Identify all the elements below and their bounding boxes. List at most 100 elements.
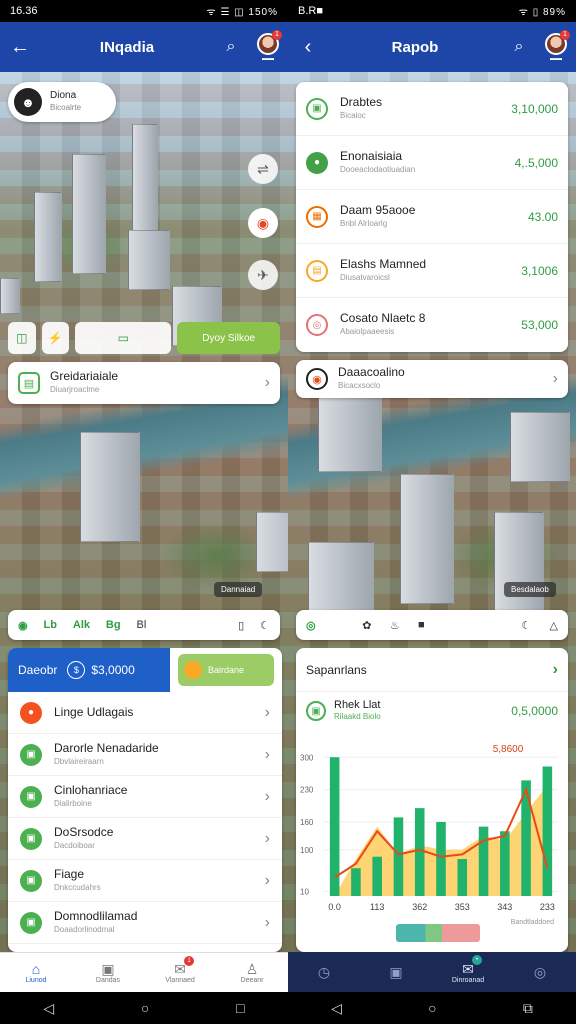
search-tab[interactable]: Daeobr $ $3,0000 (8, 648, 170, 692)
app-bar: ← INqadia ⌕ 1 ▬▬ (0, 22, 288, 72)
search-icon[interactable]: ⌕ (502, 38, 536, 56)
chart-card: Sapanrlans › ▣ Rhek Llat Rilaakd Biolo 0… (296, 648, 568, 952)
summary-sub: Diuarjroaclme (50, 385, 100, 394)
toolbar-item[interactable]: Bl (136, 619, 146, 631)
system-back-icon[interactable]: ◁ (331, 1000, 342, 1017)
nav-tab-images[interactable]: ▣ Dandas (72, 953, 144, 992)
item-icon: ▣ (20, 743, 42, 766)
search-amount: $3,0000 (91, 663, 135, 677)
nav-tab-images[interactable]: ▣ (360, 952, 432, 992)
nav-badge: • (472, 955, 482, 965)
chart-footer: Bandtladdoed (511, 919, 554, 926)
list-item[interactable]: ▣ Domnodlilamad Doaadorlinodmal › (8, 902, 282, 944)
report-sub: Dooeaclodaotiuadian (340, 164, 416, 174)
system-home-icon[interactable]: ○ (141, 1000, 149, 1016)
toolbar-status-icon[interactable]: ◉ (18, 619, 28, 632)
nav-tab-messages[interactable]: ✉ • Dinroanad (432, 952, 504, 992)
toolbar-item[interactable]: Alk (73, 619, 90, 631)
toolbar-item[interactable]: Bg (106, 619, 121, 631)
profile-chip[interactable]: ☻ Diona Bicoalrte (8, 82, 116, 122)
nav-tab-profile[interactable]: ♙ Deeanr (216, 953, 288, 992)
summary-row[interactable]: ▤ Greidariaiale Diuarjroaclme › (8, 362, 280, 404)
toolbar-moon-icon[interactable]: ☾ (260, 619, 270, 632)
x-tick-label: 113 (370, 902, 384, 912)
report-row[interactable]: ● Enonaisiaia Dooeaclodaotiuadian 4,.5,00… (296, 136, 568, 190)
toolbar-item[interactable]: ■ (418, 619, 425, 631)
bar (414, 808, 425, 896)
building (128, 230, 170, 290)
chip-action-button[interactable]: Dyoy Silkoe (177, 322, 280, 354)
coin-icon (184, 661, 202, 679)
list-item[interactable]: ▣ DoSrsodce Dacdoiboar › (8, 818, 282, 860)
report-title: Drabtes (340, 94, 383, 109)
back-arrow-icon[interactable]: ← (0, 36, 40, 59)
item-sub: Dnkccudahrs (54, 882, 101, 892)
map-layers-icon[interactable]: ⇌ (248, 154, 278, 184)
report-row[interactable]: ▦ Daam 95aooe Bnbl Alrloarlg 43.00 (296, 190, 568, 244)
system-back-icon[interactable]: ◁ (43, 1000, 54, 1017)
status-bar: 16.36 ᯤ ☰ ◫ 150% (0, 0, 288, 22)
satellite-icon[interactable]: ✈ (248, 260, 278, 290)
home-icon: ⌂ (31, 961, 41, 977)
toolbar-item[interactable]: ✿ (362, 619, 371, 632)
profile-sub: Bicoalrte (50, 103, 82, 112)
target-icon: ◉ (306, 368, 328, 390)
building (510, 412, 570, 482)
image-icon: ▣ (101, 961, 115, 977)
nav-tab-explore[interactable]: ◎ (504, 952, 576, 992)
toolbar-item[interactable]: Lb (44, 619, 57, 631)
item-icon: ▣ (20, 827, 42, 850)
y-tick-label: 300 (300, 753, 314, 762)
item-title: Darorle Nenadaride (54, 740, 159, 755)
report-row[interactable]: ▤ Elashs Mamned Diusatvaroicsl 3,1006 (296, 244, 568, 298)
nav-label: Dinroanad (451, 976, 485, 984)
user-avatar-button[interactable]: 1 ▬▬ (248, 29, 288, 62)
toolbar-warning-icon[interactable]: △ (550, 619, 558, 632)
search-icon[interactable]: ⌕ (214, 38, 248, 56)
x-tick-label: 343 (497, 902, 512, 912)
user-avatar-button[interactable]: 1 ▬▬ (536, 29, 576, 62)
building (80, 432, 140, 542)
list-item[interactable]: ▣ Fiage Dnkccudahrs › (8, 860, 282, 902)
report-sub: Diusatvaroicsl (340, 272, 390, 282)
report-value: 4,.5,000 (514, 155, 558, 170)
chip-bolt-icon[interactable]: ⚡ (41, 322, 70, 354)
y-tick-label: 160 (300, 818, 314, 827)
chevron-right-icon: › (264, 745, 270, 763)
list-item[interactable]: ▣ Darorle Nenadaride Dbvlaireiraarn › (8, 734, 282, 776)
chevron-right-icon: › (264, 703, 270, 721)
back-chevron-icon[interactable]: ‹ (288, 36, 328, 59)
info-row[interactable]: ◉ Daaacoalino Bicacxsoclo › (296, 360, 568, 398)
system-recents-icon[interactable]: ⧉ (523, 1000, 533, 1017)
report-value: 43.00 (527, 209, 558, 224)
page-title: Rapob (391, 38, 439, 56)
item-icon: ▣ (20, 911, 42, 934)
toolbar-moon-icon[interactable]: ☾ (521, 619, 531, 632)
badge-button[interactable]: Bairdane (178, 654, 274, 686)
currency-icon: $ (67, 661, 86, 679)
search-label: Daeobr (18, 663, 58, 677)
chart-card-header[interactable]: Sapanrlans › (296, 648, 568, 692)
list-item[interactable]: ● Linge Udlagais › (8, 692, 282, 734)
location-pin-icon[interactable]: ◉ (248, 208, 278, 238)
report-sub: Abaiolpaaeesis (340, 327, 395, 336)
report-row[interactable]: ◎ Cosato Nlaetc 8 Abaiolpaaeesis 53,000 (296, 298, 568, 352)
toolbar-item[interactable]: ◎ (306, 619, 316, 632)
report-title: Cosato Nlaetc 8 (340, 311, 426, 325)
system-home-icon[interactable]: ○ (428, 1000, 436, 1016)
list-item[interactable]: ▣ Cinlohanriace Dialirboine › (8, 776, 282, 818)
report-icon: ◎ (306, 314, 328, 336)
nav-tab-home[interactable]: ⌂ Liunod (0, 953, 72, 992)
chip-copy-icon[interactable]: ◫ (8, 322, 36, 354)
system-recents-icon[interactable]: □ (236, 1000, 244, 1016)
nav-tab-clock[interactable]: ◷ (288, 952, 360, 992)
toolbar-item[interactable]: ♨ (390, 619, 400, 632)
report-row[interactable]: ▣ Drabtes Bicaioc 3,10,000 (296, 82, 568, 136)
nav-tab-messages[interactable]: ✉ 1 Vlannaed (144, 953, 216, 992)
map-toolbar: ◉ Lb Alk Bg Bl ▯ ☾ (8, 610, 280, 640)
item-title: Linge Udlagais (54, 705, 134, 719)
chip-card-icon[interactable]: ▭ (75, 322, 172, 354)
toolbar-phone-icon[interactable]: ▯ (238, 619, 244, 632)
report-sub: Bicaioc (340, 110, 366, 120)
person-icon: ♙ (245, 961, 259, 977)
